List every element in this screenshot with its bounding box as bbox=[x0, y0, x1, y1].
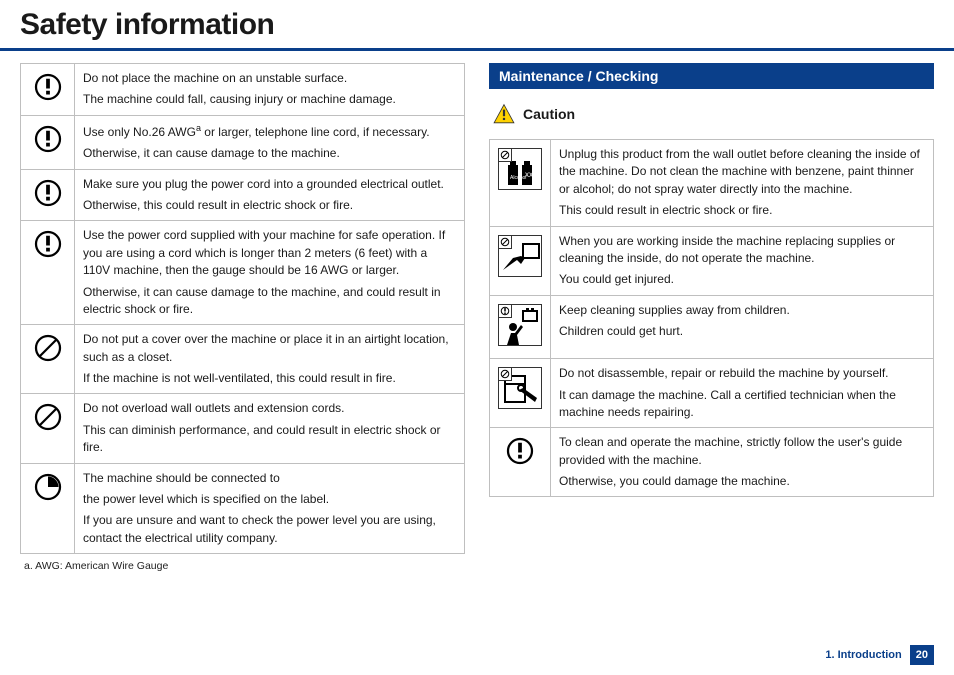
text-cell: Keep cleaning supplies away from childre… bbox=[551, 295, 934, 358]
left-column: Do not place the machine on an unstable … bbox=[20, 63, 465, 572]
warning-circle-icon bbox=[33, 229, 63, 259]
table-row: Use the power cord supplied with your ma… bbox=[21, 221, 465, 325]
table-row: Alcohol xx Unplug this product from the … bbox=[490, 140, 934, 227]
paragraph: Do not overload wall outlets and extensi… bbox=[83, 400, 456, 417]
text-cell: Do not disassemble, repair or rebuild th… bbox=[551, 359, 934, 428]
table-row: Do not overload wall outlets and extensi… bbox=[21, 394, 465, 463]
content-columns: Do not place the machine on an unstable … bbox=[0, 63, 954, 572]
text-cell: Do not overload wall outlets and extensi… bbox=[75, 394, 465, 463]
icon-cell bbox=[21, 221, 75, 325]
warning-circle-icon bbox=[33, 72, 63, 102]
no-chemicals-pictogram-icon: Alcohol xx bbox=[498, 148, 542, 190]
table-row: To clean and operate the machine, strict… bbox=[490, 428, 934, 497]
paragraph: This could result in electric shock or f… bbox=[559, 202, 925, 219]
caution-label: Caution bbox=[523, 106, 575, 122]
safety-table-right: Alcohol xx Unplug this product from the … bbox=[489, 139, 934, 497]
table-row: Use only No.26 AWGa or larger, telephone… bbox=[21, 115, 465, 169]
right-column: Maintenance / Checking Caution bbox=[489, 63, 934, 572]
paragraph: Do not disassemble, repair or rebuild th… bbox=[559, 365, 925, 382]
paragraph: Do not put a cover over the machine or p… bbox=[83, 331, 456, 366]
keep-from-children-pictogram-icon bbox=[498, 304, 542, 346]
paragraph: Children could get hurt. bbox=[559, 323, 925, 340]
paragraph: Unplug this product from the wall outlet… bbox=[559, 146, 925, 198]
paragraph: The machine should be connected to bbox=[83, 470, 456, 487]
text-cell: The machine should be connected to the p… bbox=[75, 463, 465, 554]
text-cell: To clean and operate the machine, strict… bbox=[551, 428, 934, 497]
icon-cell bbox=[21, 115, 75, 169]
text-fragment: or larger, telephone line cord, if neces… bbox=[201, 125, 430, 139]
text-cell: Make sure you plug the power cord into a… bbox=[75, 169, 465, 221]
paragraph: You could get injured. bbox=[559, 271, 925, 288]
paragraph: Otherwise, this could result in electric… bbox=[83, 197, 456, 214]
text-cell: Use only No.26 AWGa or larger, telephone… bbox=[75, 115, 465, 169]
chapter-label: 1. Introduction bbox=[825, 649, 901, 661]
paragraph: Use the power cord supplied with your ma… bbox=[83, 227, 456, 279]
no-touch-pictogram-icon bbox=[498, 235, 542, 277]
warning-circle-icon bbox=[505, 436, 535, 466]
paragraph: Use only No.26 AWGa or larger, telephone… bbox=[83, 122, 456, 141]
caution-triangle-icon bbox=[493, 103, 515, 125]
page-title: Safety information bbox=[20, 8, 934, 42]
table-row: Do not disassemble, repair or rebuild th… bbox=[490, 359, 934, 428]
warning-circle-icon bbox=[33, 178, 63, 208]
prohibit-icon bbox=[33, 333, 63, 363]
table-row: The machine should be connected to the p… bbox=[21, 463, 465, 554]
paragraph: Keep cleaning supplies away from childre… bbox=[559, 302, 925, 319]
must-do-icon bbox=[33, 472, 63, 502]
paragraph: If you are unsure and want to check the … bbox=[83, 512, 456, 547]
table-row: When you are working inside the machine … bbox=[490, 226, 934, 295]
section-heading: Maintenance / Checking bbox=[489, 63, 934, 89]
text-cell: When you are working inside the machine … bbox=[551, 226, 934, 295]
icon-cell bbox=[21, 64, 75, 116]
page-header: Safety information bbox=[0, 0, 954, 51]
icon-cell bbox=[490, 359, 551, 428]
paragraph: It can damage the machine. Call a certif… bbox=[559, 387, 925, 422]
safety-table-left: Do not place the machine on an unstable … bbox=[20, 63, 465, 554]
paragraph: When you are working inside the machine … bbox=[559, 233, 925, 268]
paragraph: Otherwise, it can cause damage to the ma… bbox=[83, 145, 456, 162]
paragraph: If the machine is not well-ventilated, t… bbox=[83, 370, 456, 387]
paragraph: the power level which is specified on th… bbox=[83, 491, 456, 508]
table-row: Keep cleaning supplies away from childre… bbox=[490, 295, 934, 358]
table-row: Make sure you plug the power cord into a… bbox=[21, 169, 465, 221]
icon-cell bbox=[490, 226, 551, 295]
prohibit-icon bbox=[33, 402, 63, 432]
icon-cell bbox=[21, 325, 75, 394]
svg-text:Alcohol: Alcohol bbox=[510, 175, 526, 181]
text-cell: Do not place the machine on an unstable … bbox=[75, 64, 465, 116]
warning-circle-icon bbox=[33, 124, 63, 154]
icon-cell bbox=[490, 428, 551, 497]
text-cell: Unplug this product from the wall outlet… bbox=[551, 140, 934, 227]
page-footer: 1. Introduction 20 bbox=[825, 645, 934, 665]
page-number-badge: 20 bbox=[910, 645, 934, 665]
table-row: Do not put a cover over the machine or p… bbox=[21, 325, 465, 394]
paragraph: Otherwise, you could damage the machine. bbox=[559, 473, 925, 490]
paragraph: Make sure you plug the power cord into a… bbox=[83, 176, 456, 193]
svg-text:xx: xx bbox=[525, 170, 533, 179]
text-fragment: Use only No.26 AWG bbox=[83, 125, 196, 139]
paragraph: Otherwise, it can cause damage to the ma… bbox=[83, 284, 456, 319]
paragraph: Do not place the machine on an unstable … bbox=[83, 70, 456, 87]
no-disassemble-pictogram-icon bbox=[498, 367, 542, 409]
icon-cell: Alcohol xx bbox=[490, 140, 551, 227]
icon-cell bbox=[21, 463, 75, 554]
text-cell: Do not put a cover over the machine or p… bbox=[75, 325, 465, 394]
caution-row: Caution bbox=[493, 103, 934, 125]
icon-cell bbox=[21, 169, 75, 221]
icon-cell bbox=[21, 394, 75, 463]
table-row: Do not place the machine on an unstable … bbox=[21, 64, 465, 116]
footnote: a. AWG: American Wire Gauge bbox=[20, 560, 465, 572]
text-cell: Use the power cord supplied with your ma… bbox=[75, 221, 465, 325]
paragraph: To clean and operate the machine, strict… bbox=[559, 434, 925, 469]
paragraph: The machine could fall, causing injury o… bbox=[83, 91, 456, 108]
paragraph: This can diminish performance, and could… bbox=[83, 422, 456, 457]
icon-cell bbox=[490, 295, 551, 358]
